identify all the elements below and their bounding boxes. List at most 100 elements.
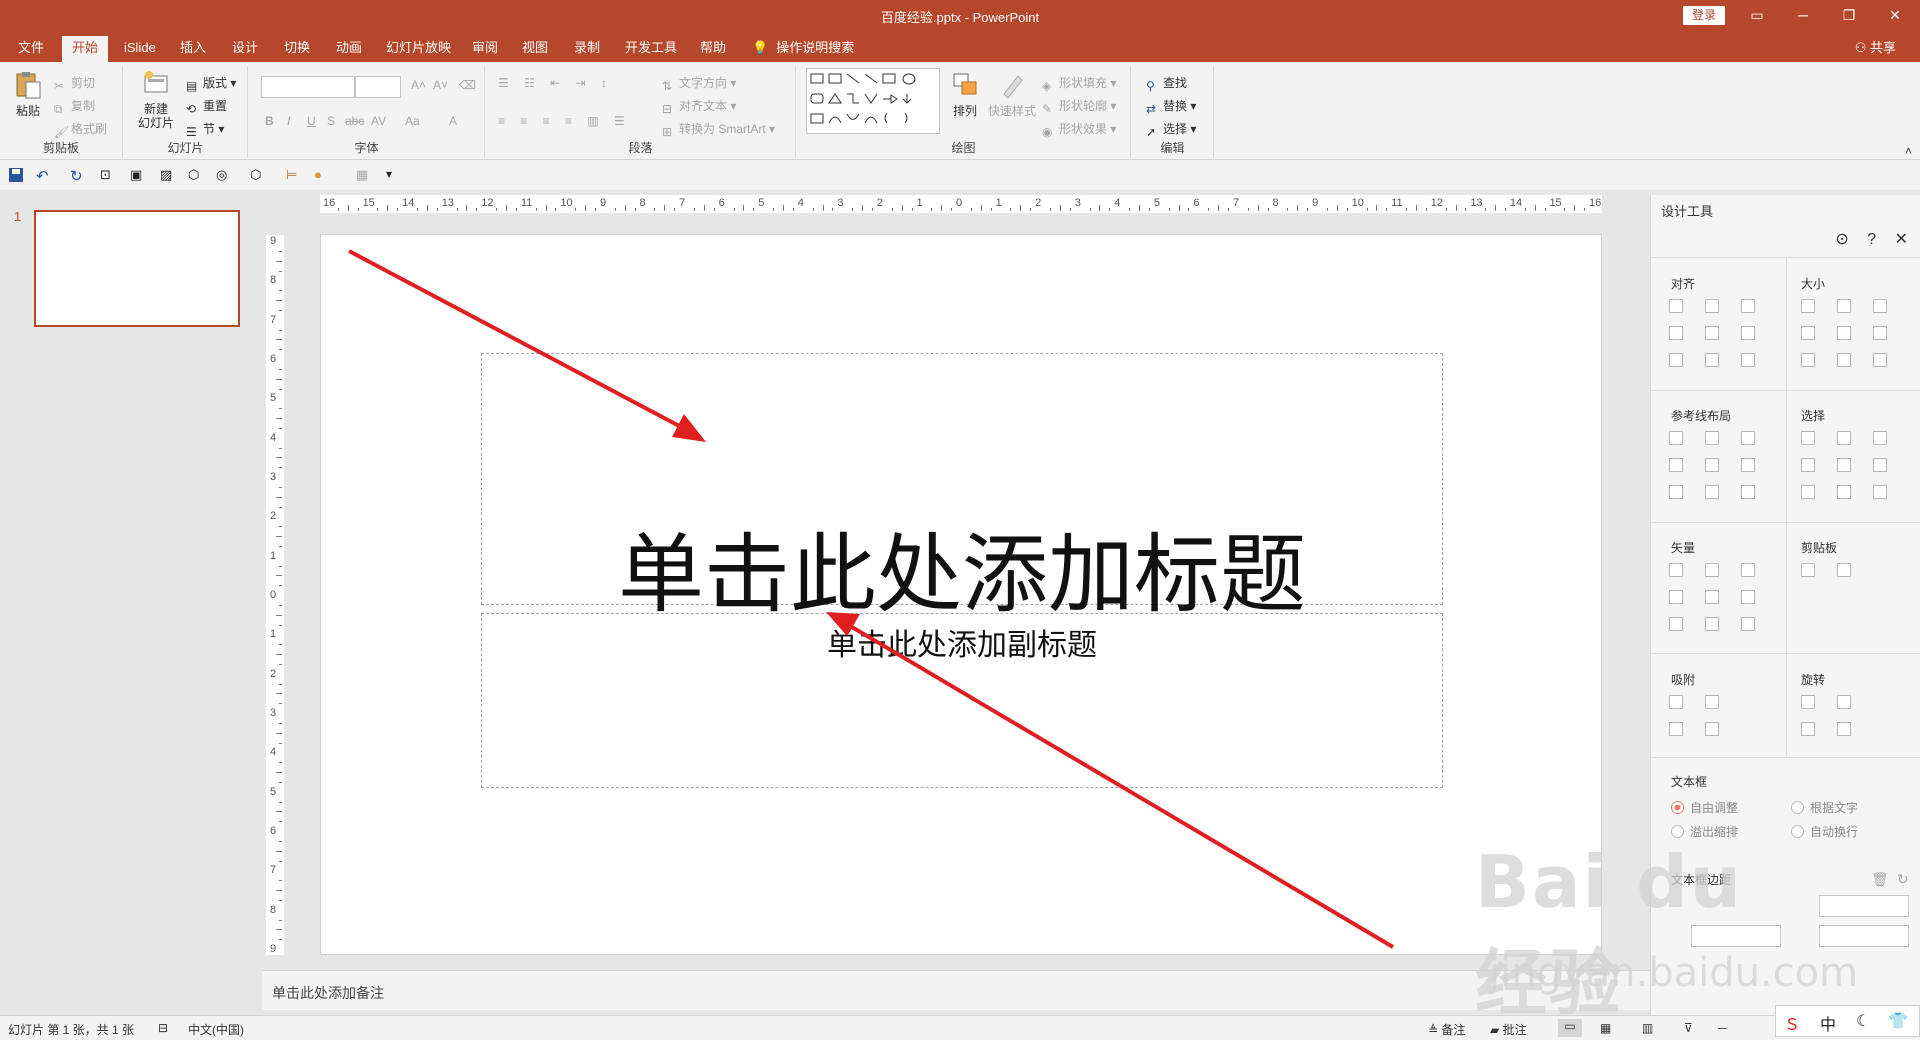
customize-qat-icon[interactable]: ▾ (386, 167, 402, 183)
font-name-combo[interactable] (261, 76, 355, 98)
select-tool-icon[interactable] (1801, 458, 1815, 472)
align-qat-icon[interactable]: ⊨ (286, 167, 302, 183)
align-tool-icon[interactable] (1705, 353, 1719, 367)
guide-tool-icon[interactable] (1741, 431, 1755, 445)
align-tool-icon[interactable] (1669, 353, 1683, 367)
size-tool-icon[interactable] (1801, 299, 1815, 313)
tab-design[interactable]: 设计 (222, 36, 268, 62)
vector-tool-icon[interactable] (1705, 590, 1719, 604)
cut-button[interactable]: ✂ 剪切 (54, 74, 95, 93)
redo-icon[interactable]: ↻ (70, 167, 86, 185)
select-button[interactable]: ➚ 选择 ▾ (1146, 120, 1196, 139)
guide-tool-icon[interactable] (1669, 458, 1683, 472)
select-tool-icon[interactable] (1873, 485, 1887, 499)
resize-text-radio[interactable]: 根据文字 (1791, 799, 1858, 816)
tab-file[interactable]: 文件 (8, 36, 54, 62)
collapse-ribbon-icon[interactable]: ˄ (1905, 144, 1912, 158)
close-pane-icon[interactable]: ✕ (1895, 231, 1908, 248)
grow-font-button[interactable]: A˄ (411, 78, 426, 92)
vector-tool-icon[interactable] (1741, 617, 1755, 631)
ribbon-display-icon[interactable]: ▭ (1734, 0, 1780, 30)
snap-tool-icon[interactable] (1669, 722, 1683, 736)
copy-button[interactable]: ⧉ 复制 (54, 97, 95, 116)
subtitle-placeholder[interactable]: 单击此处添加副标题 (481, 613, 1443, 788)
select-tool-icon[interactable] (1873, 458, 1887, 472)
tab-transitions[interactable]: 切换 (274, 36, 320, 62)
select-tool-icon[interactable] (1837, 431, 1851, 445)
restore-icon[interactable]: ❐ (1826, 0, 1872, 30)
shapes-gallery[interactable] (806, 68, 940, 134)
guide-tool-icon[interactable] (1705, 485, 1719, 499)
size-tool-icon[interactable] (1837, 353, 1851, 367)
rotate-tool-icon[interactable] (1801, 695, 1815, 709)
rotate-tool-icon[interactable] (1837, 722, 1851, 736)
size-tool-icon[interactable] (1801, 326, 1815, 340)
align-tool-icon[interactable] (1741, 353, 1755, 367)
tell-me-search[interactable]: 💡 操作说明搜索 (752, 36, 854, 60)
paste-button[interactable]: 粘贴 (12, 70, 44, 119)
font-color-button[interactable]: A (449, 114, 457, 128)
title-placeholder[interactable]: 单击此处添加标题 (481, 353, 1443, 625)
clip-tool-icon[interactable] (1837, 563, 1851, 577)
shape-outline-button[interactable]: ✎ 形状轮廓 ▾ (1042, 97, 1116, 116)
select-tool-icon[interactable] (1801, 485, 1815, 499)
undo-icon[interactable]: ↶ (36, 167, 52, 185)
tab-review[interactable]: 审阅 (462, 36, 508, 62)
moon-icon[interactable]: ☾ (1856, 1011, 1870, 1031)
size-tool-icon[interactable] (1873, 299, 1887, 313)
align-tool-icon[interactable] (1741, 326, 1755, 340)
comment-icon[interactable]: ◎ (216, 167, 232, 183)
vector-tool-icon[interactable] (1741, 563, 1755, 577)
text-direction-button[interactable]: ⇅ 文字方向 ▾ (662, 74, 736, 93)
guide-tool-icon[interactable] (1741, 485, 1755, 499)
arrange-button[interactable]: 排列 (947, 70, 983, 119)
size-tool-icon[interactable] (1801, 353, 1815, 367)
new-slide-button[interactable]: 新建 幻灯片 (136, 70, 176, 130)
settings-icon[interactable]: ⊙ (1835, 231, 1848, 248)
shape-icon[interactable]: ⬡ (188, 167, 204, 183)
font-size-combo[interactable] (355, 76, 401, 98)
size-tool-icon[interactable] (1873, 326, 1887, 340)
language-status[interactable]: 中文(中国) (188, 1021, 244, 1038)
align-tool-icon[interactable] (1741, 299, 1755, 313)
align-tool-icon[interactable] (1705, 326, 1719, 340)
color-qat-icon[interactable]: ● (314, 167, 330, 183)
clear-format-icon[interactable]: ⌫ (459, 78, 476, 92)
align-tool-icon[interactable] (1705, 299, 1719, 313)
notes-pane[interactable]: 单击此处添加备注 (262, 970, 1650, 1010)
layout-button[interactable]: ▤ 版式 ▾ (186, 74, 236, 93)
guide-tool-icon[interactable] (1669, 431, 1683, 445)
guide-tool-icon[interactable] (1705, 431, 1719, 445)
close-icon[interactable]: ✕ (1872, 0, 1918, 30)
vector-tool-icon[interactable] (1741, 590, 1755, 604)
slide-thumbnail[interactable] (34, 210, 240, 327)
vector-tool-icon[interactable] (1669, 590, 1683, 604)
present-icon[interactable]: ⊡ (100, 167, 116, 183)
layout-qat-icon[interactable]: ▣ (130, 167, 146, 183)
size-tool-icon[interactable] (1837, 299, 1851, 313)
align-text-button[interactable]: ⊟ 对齐文本 ▾ (662, 97, 736, 116)
smartart-button[interactable]: ⊞ 转换为 SmartArt ▾ (662, 120, 775, 139)
accessibility-icon[interactable]: ⊟ (158, 1021, 168, 1035)
tab-developer[interactable]: 开发工具 (615, 36, 687, 62)
object-icon[interactable]: ⬡ (250, 167, 266, 183)
image-icon[interactable]: ▨ (160, 167, 176, 183)
tab-home[interactable]: 开始 (62, 36, 109, 62)
snap-tool-icon[interactable] (1705, 695, 1719, 709)
format-painter-button[interactable]: 🖌 格式刷 (54, 120, 107, 139)
sogou-icon[interactable]: Ｓ (1784, 1011, 1800, 1035)
shadow-button[interactable]: S (327, 114, 335, 128)
bold-button[interactable]: B (265, 114, 274, 128)
vector-tool-icon[interactable] (1669, 563, 1683, 577)
grid-qat-icon[interactable]: ▦ (356, 167, 372, 183)
underline-button[interactable]: U (307, 114, 316, 128)
size-tool-icon[interactable] (1837, 326, 1851, 340)
shape-fill-button[interactable]: ◈ 形状填充 ▾ (1042, 74, 1116, 93)
clip-tool-icon[interactable] (1801, 563, 1815, 577)
ime-mode[interactable]: 中 (1820, 1011, 1836, 1035)
rotate-tool-icon[interactable] (1801, 722, 1815, 736)
login-button[interactable]: 登录 (1682, 6, 1725, 25)
tab-animations[interactable]: 动画 (326, 36, 372, 62)
quick-styles-button[interactable]: 快速样式 (987, 70, 1037, 119)
section-button[interactable]: ☰ 节 ▾ (186, 120, 224, 139)
